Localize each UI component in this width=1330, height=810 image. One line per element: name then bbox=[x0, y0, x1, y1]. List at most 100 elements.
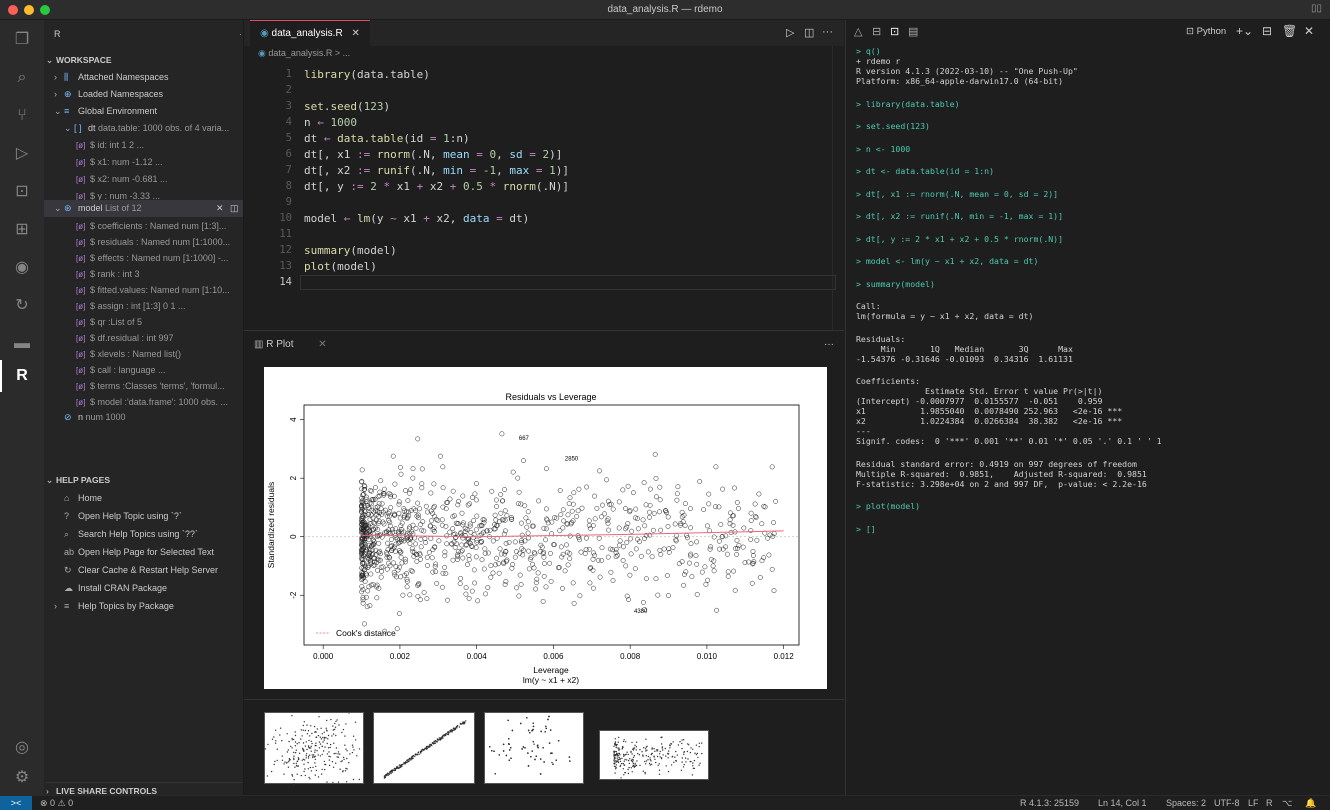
remote-indicator[interactable]: >< bbox=[0, 796, 32, 810]
output-icon[interactable]: ⊟ bbox=[872, 25, 881, 38]
workspace-header[interactable]: ⌄ WORKSPACE bbox=[46, 52, 243, 69]
data-point bbox=[455, 557, 460, 563]
dt-field[interactable]: [ø] $ x2: num -0.681 ... bbox=[76, 171, 243, 188]
split-terminal-icon[interactable]: ⊟ bbox=[1262, 24, 1272, 38]
env-item-model[interactable]: ⌄ ⊛ model List of 12 ✕ ◫ bbox=[44, 200, 243, 217]
model-field[interactable]: [ø] $ terms :Classes 'terms', 'formul... bbox=[76, 378, 243, 395]
env-item-dt[interactable]: ⌄[ ] dt data.table: 1000 obs. of 4 varia.… bbox=[64, 120, 243, 137]
line-endings[interactable]: LF bbox=[1248, 796, 1259, 810]
search-icon[interactable]: ⌕ bbox=[12, 68, 32, 88]
thumb-point bbox=[491, 750, 493, 752]
thumb-point bbox=[321, 745, 323, 747]
terminal-icon[interactable]: ⊡ bbox=[890, 25, 899, 38]
data-point bbox=[706, 491, 712, 497]
cursor-position[interactable]: Ln 14, Col 1 bbox=[1098, 796, 1147, 810]
help-open-selected[interactable]: ab Open Help Page for Selected Text bbox=[64, 544, 243, 561]
plot-thumbnail[interactable] bbox=[599, 730, 709, 782]
model-field[interactable]: [ø] $ call : language ... bbox=[76, 362, 243, 379]
thumb-point bbox=[323, 737, 325, 739]
settings-gear-icon[interactable]: ⚙ bbox=[12, 768, 32, 788]
indentation[interactable]: Spaces: 2 bbox=[1166, 796, 1206, 810]
plot-thumbnail[interactable] bbox=[484, 712, 592, 790]
tab-r-plot[interactable]: ▥ R Plot ✕ bbox=[254, 339, 327, 350]
thumb-point bbox=[325, 737, 327, 739]
data-point bbox=[557, 528, 563, 534]
encoding[interactable]: UTF-8 bbox=[1214, 796, 1240, 810]
account-icon[interactable]: ◎ bbox=[12, 738, 32, 758]
docker-icon[interactable]: ▬ bbox=[12, 334, 32, 354]
sidebar-more-button[interactable]: ··· bbox=[239, 26, 243, 43]
split-editor-icon[interactable]: ◫ bbox=[804, 26, 814, 39]
live-share-status-icon[interactable]: ⌥ bbox=[1282, 796, 1292, 810]
plot-more-icon[interactable]: ··· bbox=[824, 339, 834, 350]
run-debug-icon[interactable]: ▷ bbox=[12, 144, 32, 164]
github-icon[interactable]: ◉ bbox=[12, 258, 32, 278]
data-point bbox=[375, 567, 380, 573]
close-tab-icon[interactable]: ✕ bbox=[351, 28, 359, 39]
help-search-topics[interactable]: ⌕ Search Help Topics using `??` bbox=[64, 526, 243, 543]
plot-thumbnail[interactable] bbox=[373, 712, 475, 784]
thumb-point bbox=[314, 749, 316, 751]
close-tab-icon[interactable]: ✕ bbox=[318, 339, 326, 350]
help-topics-by-package[interactable]: › ≡ Help Topics by Package bbox=[54, 598, 243, 615]
close-icon[interactable]: ✕ bbox=[216, 200, 224, 217]
files-icon[interactable]: ❐ bbox=[12, 30, 32, 50]
thumb-point bbox=[675, 750, 677, 753]
remote-explorer-icon[interactable]: ⊡ bbox=[12, 182, 32, 202]
attached-namespaces[interactable]: › ⫼ Attached Namespaces bbox=[54, 69, 243, 86]
data-point bbox=[646, 509, 652, 515]
y-tick-label: 2 bbox=[289, 475, 298, 480]
editor-more-icon[interactable]: ··· bbox=[822, 26, 833, 38]
dt-field[interactable]: [ø] $ x1: num -1.12 ... bbox=[76, 154, 243, 171]
source-control-icon[interactable]: ⑂ bbox=[12, 106, 32, 126]
problems-indicator[interactable]: ⊗ 0 ⚠ 0 bbox=[40, 796, 73, 810]
warning-icon[interactable]: △ bbox=[854, 25, 862, 38]
model-field[interactable]: [ø] $ fitted.values: Named num [1:10... bbox=[76, 282, 243, 299]
model-field[interactable]: [ø] $ effects : Named num [1:1000] -... bbox=[76, 250, 243, 267]
dt-field[interactable]: [ø] $ id: int 1 2 ... bbox=[76, 137, 243, 154]
open-viewer-icon[interactable]: ◫ bbox=[230, 200, 239, 217]
help-home[interactable]: ⌂ Home bbox=[64, 490, 243, 507]
chevron-right-icon: › bbox=[54, 89, 57, 99]
help-open-topic[interactable]: ? Open Help Topic using `?` bbox=[64, 508, 243, 525]
help-pages-header[interactable]: ⌄ HELP PAGES bbox=[46, 472, 243, 489]
help-clear-cache[interactable]: ↻ Clear Cache & Restart Help Server bbox=[64, 562, 243, 579]
close-panel-icon[interactable]: ✕ bbox=[1304, 24, 1314, 38]
editor-scrollbar[interactable] bbox=[832, 46, 844, 330]
run-icon[interactable]: ▷ bbox=[786, 26, 794, 39]
model-field[interactable]: [ø] $ assign : int [1:3] 0 1 ... bbox=[76, 298, 243, 315]
tab-data-analysis[interactable]: ◉ data_analysis.R ✕ bbox=[250, 20, 370, 46]
thumb-point bbox=[494, 773, 496, 775]
terminal-output[interactable]: > q() + rdemo rR version 4.1.3 (2022-03-1… bbox=[856, 46, 1326, 534]
notifications-icon[interactable]: 🔔 bbox=[1305, 796, 1316, 810]
data-point bbox=[398, 471, 404, 477]
thumb-point bbox=[545, 725, 547, 728]
data-point bbox=[465, 502, 471, 508]
model-field[interactable]: [ø] $ qr :List of 5 bbox=[76, 314, 243, 331]
language-mode[interactable]: R bbox=[1266, 796, 1273, 810]
model-field[interactable]: [ø] $ rank : int 3 bbox=[76, 266, 243, 283]
global-environment[interactable]: ⌄ ≡ Global Environment bbox=[54, 103, 243, 120]
thumb-point bbox=[543, 761, 545, 763]
plot-frame bbox=[303, 404, 800, 646]
plot-thumbnail[interactable] bbox=[253, 703, 369, 788]
trash-icon[interactable]: 🗑 bbox=[1282, 24, 1297, 38]
live-share-icon[interactable]: ↻ bbox=[12, 296, 32, 316]
data-point bbox=[771, 531, 777, 537]
new-terminal-icon[interactable]: +⌄ bbox=[1236, 24, 1253, 38]
help-install-cran[interactable]: ☁ Install CRAN Package bbox=[64, 580, 243, 597]
r-icon[interactable]: R bbox=[12, 366, 32, 386]
debug-console-icon[interactable]: ▤ bbox=[908, 25, 918, 38]
breadcrumb[interactable]: ◉ data_analysis.R > ... bbox=[258, 48, 350, 59]
model-field[interactable]: [ø] $ residuals : Named num [1:1000... bbox=[76, 234, 243, 251]
model-field[interactable]: [ø] $ xlevels : Named list() bbox=[76, 346, 243, 363]
extensions-icon[interactable]: ⊞ bbox=[12, 220, 32, 240]
env-item-n[interactable]: ⊘ n num 1000 bbox=[64, 409, 243, 426]
model-field[interactable]: [ø] $ coefficients : Named num [1:3]... bbox=[76, 218, 243, 235]
r-session-indicator[interactable]: R 4.1.3: 25159 bbox=[1020, 796, 1079, 810]
loaded-namespaces[interactable]: › ⊕ Loaded Namespaces bbox=[54, 86, 243, 103]
terminal-shell-select[interactable]: ⊡ Python bbox=[1186, 26, 1226, 37]
thumb-point bbox=[287, 766, 290, 768]
model-field[interactable]: [ø] $ df.residual : int 997 bbox=[76, 330, 243, 347]
layout-icon[interactable]: ▯▯ bbox=[1311, 3, 1322, 14]
